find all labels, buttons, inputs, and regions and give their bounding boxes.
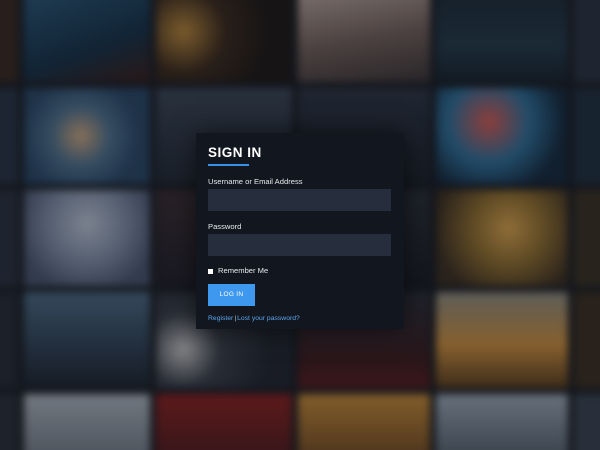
password-input[interactable] [208,234,391,256]
username-label: Username or Email Address [208,177,303,186]
sign-in-title: SIGN IN [208,145,262,160]
password-label: Password [208,222,242,231]
account-links: Register|Lost your password? [208,314,392,323]
title-underline [208,164,249,166]
login-card: SIGN IN Username or Email Address Passwo… [196,133,404,329]
log-in-button[interactable]: LOG IN [208,284,255,306]
username-input[interactable] [208,189,391,211]
register-link[interactable]: Register [208,315,233,322]
remember-me-row[interactable]: Remember Me [208,266,392,276]
remember-me-label[interactable]: Remember Me [218,266,268,276]
link-separator: | [234,315,237,322]
lost-password-link[interactable]: Lost your password? [237,315,300,322]
remember-me-checkbox[interactable] [208,268,213,274]
